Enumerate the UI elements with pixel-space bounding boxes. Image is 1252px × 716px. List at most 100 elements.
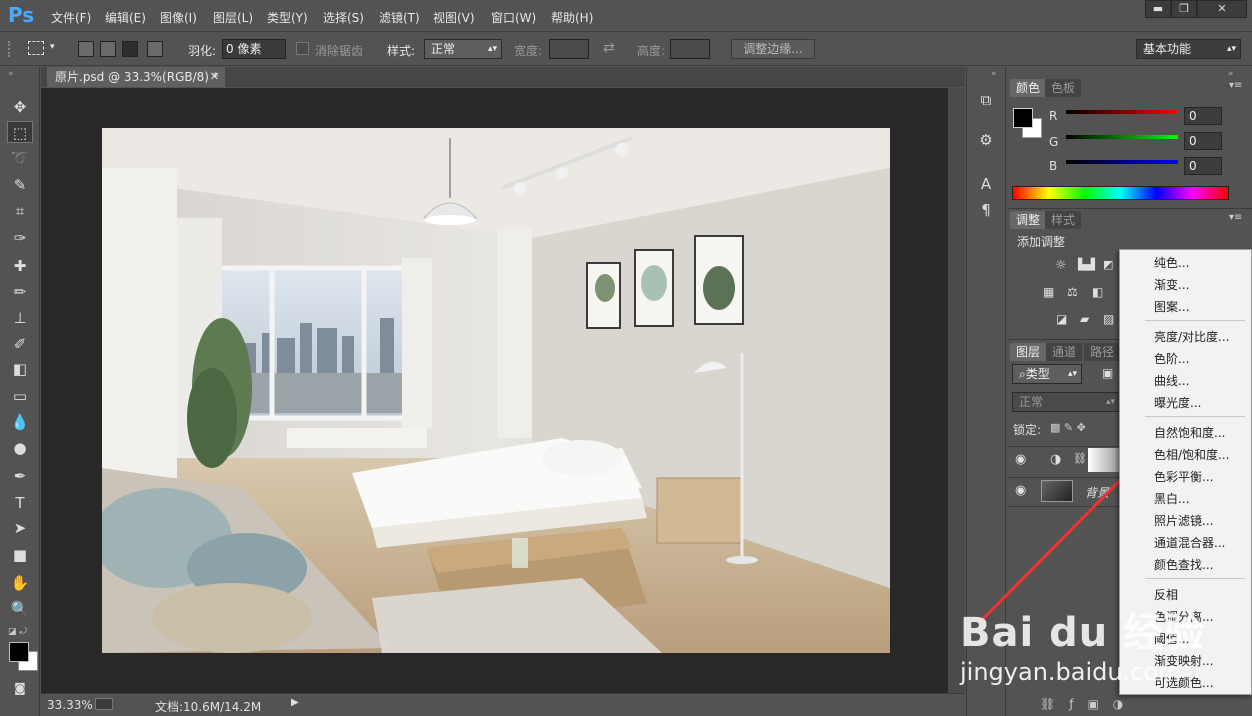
foreground-color-swatch[interactable] <box>9 642 29 662</box>
workspace-select[interactable]: 基本功能 ▴▾ <box>1136 39 1241 59</box>
quick-mask-icon[interactable]: ◙ <box>7 677 33 699</box>
status-menu-arrow-icon[interactable]: ▶ <box>291 697 299 708</box>
tab-channels[interactable]: 通道 <box>1046 343 1083 361</box>
menu-item-exposure[interactable]: 曝光度... <box>1154 394 1201 412</box>
menu-edit[interactable]: 编辑(E) <box>105 9 146 26</box>
channel-b-slider[interactable] <box>1066 160 1178 164</box>
feather-input[interactable]: 0 像素 <box>222 39 286 59</box>
black-white-icon[interactable]: ◧ <box>1092 285 1103 299</box>
path-selection-tool-icon[interactable]: ➤ <box>7 517 33 539</box>
document-image[interactable] <box>102 128 890 653</box>
healing-brush-tool-icon[interactable]: ✚ <box>7 255 33 277</box>
menu-item-solid-color[interactable]: 纯色... <box>1154 254 1189 272</box>
menu-item-black-white[interactable]: 黑白... <box>1154 490 1189 508</box>
gradient-tool-icon[interactable]: ▭ <box>7 385 33 407</box>
close-tab-icon[interactable]: ✕ <box>210 67 219 87</box>
refine-edge-button[interactable]: 调整边缘... <box>731 39 815 59</box>
collapse-icon[interactable]: » <box>1228 69 1234 79</box>
menu-item-brightness-contrast[interactable]: 亮度/对比度... <box>1154 328 1230 346</box>
brush-tool-icon[interactable]: ✏ <box>7 281 33 303</box>
menu-item-channel-mixer[interactable]: 通道混合器... <box>1154 534 1225 552</box>
intersect-selection-icon[interactable] <box>147 41 163 57</box>
tab-styles[interactable]: 样式 <box>1045 211 1082 229</box>
menu-window[interactable]: 窗口(W) <box>491 9 536 26</box>
lasso-tool-icon[interactable]: ➰ <box>7 147 33 169</box>
collapse-icon[interactable]: » <box>8 69 14 79</box>
tab-adjustments[interactable]: 调整 <box>1010 211 1047 229</box>
color-balance-icon[interactable]: ⚖ <box>1067 285 1078 299</box>
menu-item-curves[interactable]: 曲线... <box>1154 372 1189 390</box>
new-selection-icon[interactable] <box>78 41 94 57</box>
crop-tool-icon[interactable]: ⌗ <box>7 200 33 222</box>
menu-image[interactable]: 图像(I) <box>160 9 197 26</box>
style-select[interactable]: 正常 ▴▾ <box>424 39 502 59</box>
expand-icon[interactable]: « <box>991 69 997 79</box>
quick-select-tool-icon[interactable]: ✎ <box>7 174 33 196</box>
subtract-selection-icon[interactable] <box>122 41 138 57</box>
menu-layer[interactable]: 图层(L) <box>213 9 253 26</box>
zoom-level[interactable]: 33.33% <box>47 698 93 712</box>
history-brush-tool-icon[interactable]: ✐ <box>7 333 33 355</box>
zoom-tool-icon[interactable]: 🔍 <box>7 598 33 620</box>
tab-paths[interactable]: 路径 <box>1084 343 1121 361</box>
width-input[interactable] <box>549 39 589 59</box>
menu-file[interactable]: 文件(F) <box>51 9 91 26</box>
channel-r-slider[interactable] <box>1066 110 1178 114</box>
brightness-icon[interactable]: ☼ <box>1055 258 1067 273</box>
menu-help[interactable]: 帮助(H) <box>551 9 593 26</box>
paragraph-panel-icon[interactable]: ¶ <box>974 198 998 222</box>
swap-icon[interactable]: ⇄ <box>603 40 615 56</box>
curves-icon[interactable]: ◩ <box>1103 258 1113 271</box>
close-button[interactable]: ✕ <box>1197 0 1247 18</box>
clone-stamp-tool-icon[interactable]: ⊥ <box>7 307 33 329</box>
layer-filter-select[interactable]: ⌕类型 ▴▾ <box>1012 364 1082 384</box>
type-tool-icon[interactable]: T <box>7 492 33 514</box>
menu-item-hue-saturation[interactable]: 色相/饱和度... <box>1154 446 1230 464</box>
menu-item-photo-filter[interactable]: 照片滤镜... <box>1154 512 1213 530</box>
eraser-tool-icon[interactable]: ◧ <box>7 358 33 380</box>
image-filter-icon[interactable]: ▣ <box>1102 366 1113 380</box>
tab-color[interactable]: 颜色 <box>1010 79 1047 97</box>
history-panel-icon[interactable]: ⧉ <box>974 88 998 112</box>
marquee-preset-icon[interactable] <box>28 41 44 55</box>
antialias-checkbox[interactable] <box>296 42 309 55</box>
chevron-down-icon[interactable]: ▾ <box>50 42 55 52</box>
foreground-color-swatch[interactable] <box>1013 108 1033 128</box>
menu-item-gradient[interactable]: 渐变... <box>1154 276 1189 294</box>
menu-item-color-balance[interactable]: 色彩平衡... <box>1154 468 1213 486</box>
hand-tool-icon[interactable]: ✋ <box>7 572 33 594</box>
rectangle-tool-icon[interactable]: ■ <box>7 544 33 566</box>
height-input[interactable] <box>670 39 710 59</box>
menu-item-pattern[interactable]: 图案... <box>1154 298 1189 316</box>
tab-swatches[interactable]: 色板 <box>1045 79 1082 97</box>
channel-g-slider[interactable] <box>1066 135 1178 139</box>
color-spectrum[interactable] <box>1012 186 1229 200</box>
menu-item-color-lookup[interactable]: 颜色查找... <box>1154 556 1213 574</box>
marquee-tool-icon[interactable]: ⬚ <box>7 121 33 143</box>
character-panel-icon[interactable]: A <box>974 172 998 196</box>
posterize-icon[interactable]: ▰ <box>1080 312 1089 326</box>
panel-menu-icon[interactable]: ▾≡ <box>1229 80 1242 91</box>
blur-tool-icon[interactable]: 💧 <box>7 411 33 433</box>
pen-tool-icon[interactable]: ✒ <box>7 465 33 487</box>
restore-button[interactable]: ❐ <box>1171 0 1197 18</box>
menu-item-vibrance[interactable]: 自然饱和度... <box>1154 424 1225 442</box>
menu-view[interactable]: 视图(V) <box>433 9 475 26</box>
share-icon[interactable] <box>95 698 113 710</box>
default-colors-icon[interactable]: ◪ ⤾ <box>8 627 27 637</box>
tab-layers[interactable]: 图层 <box>1010 343 1047 361</box>
invert-icon[interactable]: ◪ <box>1056 312 1067 326</box>
menu-item-levels[interactable]: 色阶... <box>1154 350 1189 368</box>
blend-mode-select[interactable]: 正常 ▴▾ <box>1012 392 1120 412</box>
lock-pixels-icon[interactable]: ▩ ✎ ✥ <box>1050 421 1086 434</box>
panel-menu-icon[interactable]: ▾≡ <box>1229 212 1242 223</box>
eyedropper-tool-icon[interactable]: ✑ <box>7 227 33 249</box>
levels-icon[interactable]: ▙▟ <box>1078 258 1095 271</box>
add-selection-icon[interactable] <box>100 41 116 57</box>
menu-type[interactable]: 类型(Y) <box>267 9 308 26</box>
channel-r-input[interactable]: 0 <box>1184 107 1222 125</box>
dodge-tool-icon[interactable]: ● <box>7 437 33 459</box>
menu-filter[interactable]: 滤镜(T) <box>379 9 420 26</box>
channel-g-input[interactable]: 0 <box>1184 132 1222 150</box>
minimize-button[interactable]: ▬ <box>1145 0 1171 18</box>
